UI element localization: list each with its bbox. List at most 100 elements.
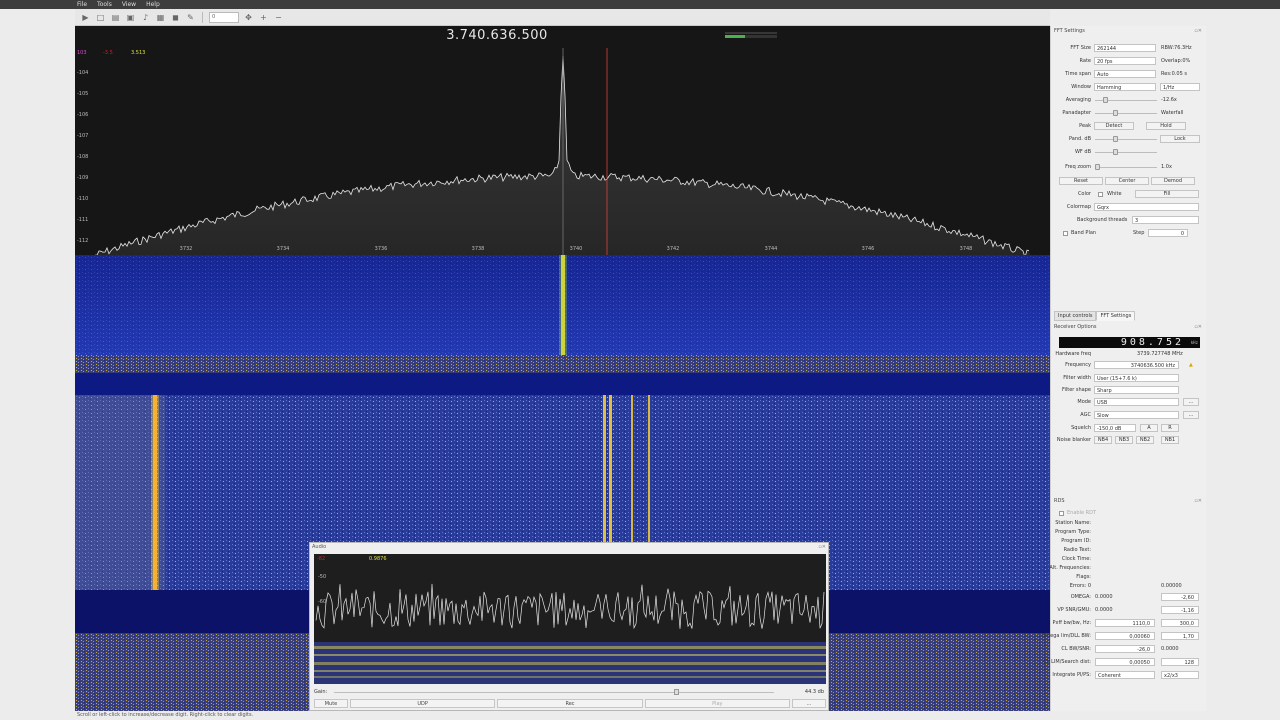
nb2-button[interactable]: NB2 xyxy=(1136,436,1154,444)
menu-tools[interactable]: Tools xyxy=(95,1,114,9)
bg-threads-spinbox[interactable]: 3 xyxy=(1132,216,1199,224)
warning-icon[interactable]: ▲ xyxy=(1189,360,1193,371)
rds-param-value[interactable]: -26,0 xyxy=(1095,645,1155,653)
zoom-out-icon[interactable]: − xyxy=(273,12,284,23)
rds-param-value[interactable]: 0,00060 xyxy=(1095,632,1155,640)
mode-options-button[interactable]: … xyxy=(1183,398,1199,406)
audio-title: Audio xyxy=(312,544,327,550)
colormap-select[interactable]: Gqrx xyxy=(1094,203,1199,211)
device-icon[interactable]: ▦ xyxy=(155,12,166,23)
squelch-reset-button[interactable]: R xyxy=(1161,424,1179,432)
readout-marker: -3.5 xyxy=(103,50,113,56)
close-icon[interactable]: ▫✕ xyxy=(818,543,826,552)
dock-close-icon[interactable]: ▫✕ xyxy=(1194,28,1202,34)
gain-row: Gain: 44.3 db xyxy=(314,688,826,697)
time-span-select[interactable]: Auto xyxy=(1094,70,1156,78)
fft-size-select[interactable]: 262144 xyxy=(1094,44,1156,52)
audio-fft-plot[interactable]: -82 0.9876 -50 -60 xyxy=(314,554,826,684)
rec-button[interactable]: Rec xyxy=(497,699,643,708)
pand-db-slider[interactable] xyxy=(1095,139,1157,140)
freq-zoom-slider-handle[interactable] xyxy=(1095,164,1100,170)
menu-file[interactable]: File xyxy=(75,1,89,9)
wf-db-slider-handle[interactable] xyxy=(1113,149,1118,155)
center-button[interactable]: Center xyxy=(1105,177,1149,185)
record-icon[interactable]: ◼ xyxy=(170,12,181,23)
zoom-input[interactable]: 0 xyxy=(209,11,239,23)
averaging-slider-handle[interactable] xyxy=(1103,97,1108,103)
mute-button[interactable]: Mute xyxy=(314,699,348,708)
rds-param-value[interactable]: Coherent xyxy=(1095,671,1155,679)
squelch-auto-button[interactable]: A xyxy=(1140,424,1158,432)
dock-close-icon[interactable]: ▫✕ xyxy=(1194,498,1202,504)
udp-button[interactable]: UDP xyxy=(350,699,496,708)
audio-title-bar[interactable]: Audio ▫✕ xyxy=(310,543,830,552)
rds-param-value[interactable]: 1110,0 xyxy=(1095,619,1155,627)
gain-slider[interactable] xyxy=(334,692,774,693)
rds-param-value[interactable]: 0,00050 xyxy=(1095,658,1155,666)
lock-button[interactable]: Lock xyxy=(1160,135,1200,143)
save-icon[interactable]: ▣ xyxy=(125,12,136,23)
frequency-readout[interactable]: 3.740.636.500 xyxy=(347,28,647,43)
pan-waterfall-slider[interactable] xyxy=(1095,113,1157,114)
window-unit-select[interactable]: 1/Hz xyxy=(1160,83,1200,91)
menu-view[interactable]: View xyxy=(120,1,138,9)
rds-errors-value: 0.00000 xyxy=(1161,583,1182,589)
demod-button[interactable]: Demod xyxy=(1151,177,1195,185)
freq-zoom-slider[interactable] xyxy=(1095,167,1157,168)
tab-input-controls[interactable]: Input controls xyxy=(1054,311,1097,321)
dock-close-icon[interactable]: ▫✕ xyxy=(1194,324,1202,330)
nb1-button[interactable]: NB1 xyxy=(1161,436,1179,444)
pand-db-slider-handle[interactable] xyxy=(1113,136,1118,142)
squelch-spinbox[interactable]: -150,0 dB xyxy=(1094,424,1136,432)
rds-param-input[interactable]: 1,70 xyxy=(1161,632,1199,640)
color-checkbox[interactable] xyxy=(1098,192,1103,197)
detect-button[interactable]: Detect xyxy=(1094,122,1134,130)
hw-freq-value: 3739.727748 MHz xyxy=(1137,351,1183,357)
rds-enable-checkbox[interactable] xyxy=(1059,511,1064,516)
frequency-spinbox[interactable]: 3740636.500 kHz xyxy=(1094,361,1179,369)
filter-width-select[interactable]: User (15+7.6 k) xyxy=(1094,374,1179,382)
fill-button[interactable]: Fill xyxy=(1135,190,1199,198)
mic-icon[interactable]: ♪ xyxy=(140,12,151,23)
rds-param-input[interactable]: 300,0 xyxy=(1161,619,1199,627)
rds-param-input[interactable]: 128 xyxy=(1161,658,1199,666)
rds-param-input[interactable]: -1,16 xyxy=(1161,606,1199,614)
new-icon[interactable]: □ xyxy=(95,12,106,23)
start-icon[interactable]: ▶ xyxy=(80,12,91,23)
wf-db-slider[interactable] xyxy=(1095,152,1157,153)
nb3-button[interactable]: NB3 xyxy=(1115,436,1133,444)
reset-button[interactable]: Reset xyxy=(1059,177,1103,185)
settings-icon[interactable]: ✎ xyxy=(185,12,196,23)
open-icon[interactable]: ▤ xyxy=(110,12,121,23)
band-plan-checkbox[interactable] xyxy=(1063,231,1068,236)
rds-param-input[interactable]: -2,60 xyxy=(1161,593,1199,601)
tab-fft-settings[interactable]: FFT Settings xyxy=(1096,311,1136,321)
rds-errors-label: Errors: 0 xyxy=(1069,583,1091,589)
wf-db-row: WF dB xyxy=(1051,147,1206,158)
play-button[interactable]: Play xyxy=(644,699,790,708)
lcd-digits[interactable]: 908.752 xyxy=(1121,337,1184,348)
audio-readout-marker: -82 xyxy=(317,556,326,562)
agc-options-button[interactable]: … xyxy=(1183,411,1199,419)
audio-options-button[interactable]: ... xyxy=(791,699,826,708)
pan-waterfall-slider-handle[interactable] xyxy=(1113,110,1118,116)
db-label: -111 xyxy=(77,217,89,223)
panadapter[interactable]: 3.740.636.500 103 -3.5 3.513 -104 -105 -… xyxy=(75,26,1050,255)
hold-button[interactable]: Hold xyxy=(1146,122,1186,130)
agc-select[interactable]: Slow xyxy=(1094,411,1179,419)
filter-shape-select[interactable]: Sharp xyxy=(1094,386,1179,394)
frequency-lcd[interactable]: 908.752 kHz xyxy=(1059,337,1200,348)
window-select[interactable]: Hamming xyxy=(1094,83,1156,91)
rds-param-input[interactable]: x2/x3 xyxy=(1161,671,1199,679)
rate-select[interactable]: 20 fps xyxy=(1094,57,1156,65)
audio-db-label: -60 xyxy=(318,599,327,605)
menu-help[interactable]: Help xyxy=(144,1,162,9)
zoom-in-icon[interactable]: + xyxy=(258,12,269,23)
step-spinbox[interactable]: 0 xyxy=(1148,229,1188,237)
nb4-button[interactable]: NB4 xyxy=(1094,436,1112,444)
gain-slider-handle[interactable] xyxy=(674,689,679,695)
freq-label: 3740 xyxy=(569,246,583,252)
mode-select[interactable]: USB xyxy=(1094,398,1179,406)
right-dock: FFT Settings ▫✕ FFT Size 262144 RBW:76.3… xyxy=(1041,26,1206,711)
zoom-fit-icon[interactable]: ✥ xyxy=(243,12,254,23)
